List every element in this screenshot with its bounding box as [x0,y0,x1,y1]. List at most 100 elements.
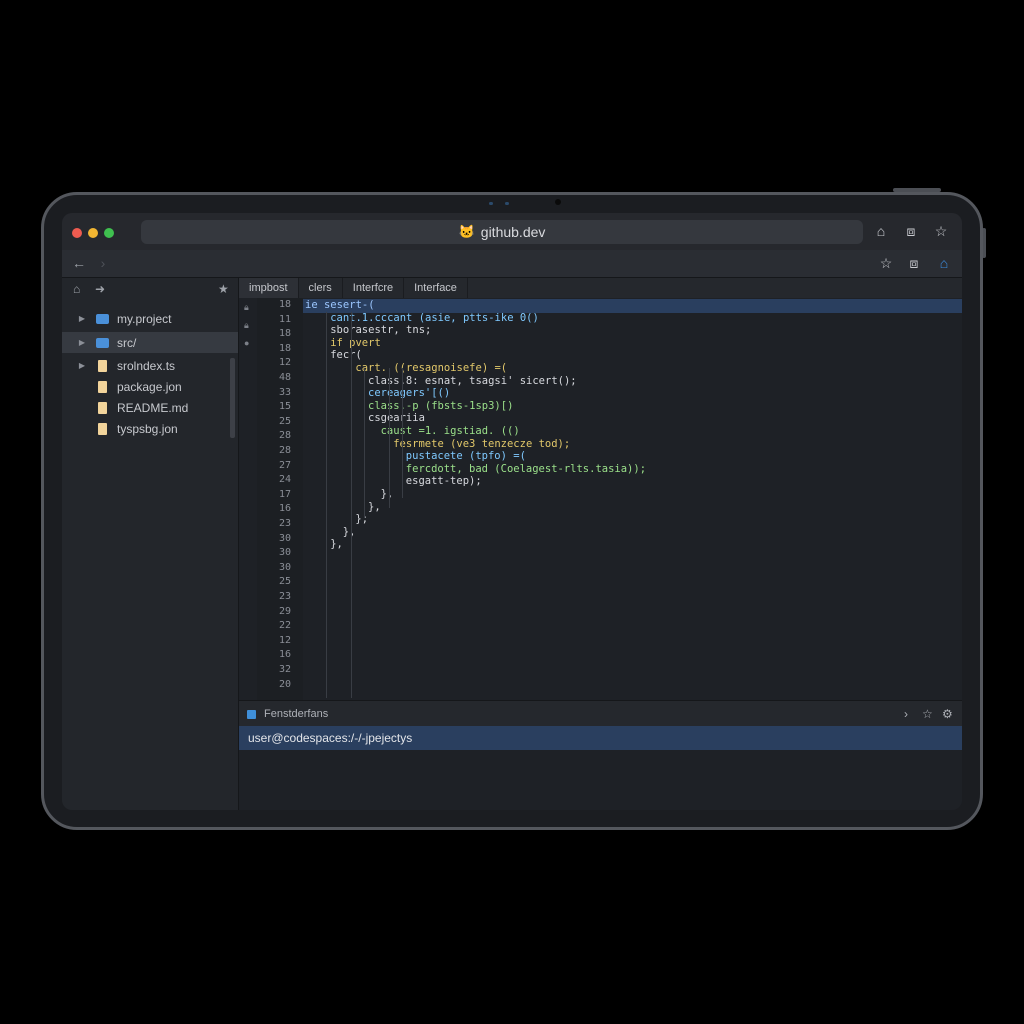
file-icon [98,422,107,435]
browser-navbar: ← › ☆ ⧈ ⌂ [62,250,962,278]
maximize-window-button[interactable] [104,228,114,238]
line-number: 12 [278,634,291,646]
line-number: 32 [278,664,291,675]
bookmark-star-icon[interactable]: ☆ [877,254,895,272]
tree-item-label: README.md [117,400,189,415]
tab-interfcre[interactable]: Interfcre [343,278,405,298]
editor-gutter: 🔒︎ 🔒︎ ● [239,298,257,700]
settings-icon[interactable]: ⚙ [942,707,953,721]
tab-overview-icon[interactable]: ⧈ [902,222,920,240]
line-number: 20 [278,678,291,690]
chevron-right-icon: ▶ [78,314,86,323]
tree-folder-my-project[interactable]: ▶ my.project [62,308,238,329]
line-number: 24 [278,474,291,486]
tree-folder-src[interactable]: ▶ src/ [62,332,238,353]
line-number: 28 [278,445,291,456]
tree-item-label: my.project [117,311,172,326]
line-number: 23 [278,591,291,602]
line-number: 25 [278,576,291,588]
line-number: 15 [278,401,291,413]
terminal-icon [247,710,256,719]
line-number: 16 [278,503,291,515]
indent-guide [325,312,327,698]
sidebar-header: ⌂ ➜ ★ [62,278,238,302]
indent-guide [351,312,353,698]
tab-label: Interface [414,282,457,294]
home-accent-icon[interactable]: ⌂ [935,254,953,272]
terminal-prompt: user@codespaces:/-/-jpejectys [248,731,413,745]
tree-file-tsconfig[interactable]: tyspsbg.jon [62,418,238,439]
indent-guide [388,368,390,508]
tab-interface[interactable]: Interface [404,278,468,298]
github-cat-icon: 🐱 [458,224,475,239]
tab-impbost[interactable]: impbost [239,278,299,298]
address-bar[interactable]: 🐱 github.dev [141,220,863,244]
indent-guide [401,368,403,498]
line-number: 18 [278,328,291,340]
home-icon[interactable]: ⌂ [872,222,890,240]
lock-icon: 🔒︎ [244,302,249,312]
home-icon[interactable]: ⌂ [73,282,80,296]
indent-guide [363,368,365,518]
explorer-sidebar: ⌂ ➜ ★ ▶ my.project ▶ src/ ▶ srolndex.ts … [62,278,239,810]
extensions-icon[interactable]: ⧈ [905,254,923,272]
back-arrow-icon[interactable]: ← [70,254,88,272]
folder-icon [96,337,109,348]
camera-sensor [505,202,509,205]
code-editor[interactable]: 🔒︎ 🔒︎ ● 18 11 18 18 12 48 33 15 25 28 28 27 24 17 16 23… [239,298,962,700]
code-content[interactable]: ie sesert-(cant.1.cccant (asie, ptts-ike… [303,298,962,700]
file-icon [98,380,107,393]
tab-clers[interactable]: clers [299,278,343,298]
tree-item-label: tyspsbg.jon [117,421,178,436]
file-icon [98,401,107,414]
chevron-right-icon[interactable]: › [904,707,908,721]
tree-item-label: package.jon [117,379,182,394]
pin-star-icon[interactable]: ★ [218,282,229,296]
terminal-prompt-line[interactable]: user@codespaces:/-/-jpejectys [239,726,962,750]
tree-item-label: src/ [117,335,137,350]
camera-sensor [489,202,493,205]
tree-file-package[interactable]: package.jon [62,376,238,397]
line-number: 30 [278,532,291,544]
star-icon[interactable]: ☆ [932,222,950,240]
tablet-screen: 🐱 github.dev ⌂ ⧈ ☆ ← › ☆ ⧈ ⌂ ⌂ ➜ ★ ▶ my.… [62,213,962,810]
url-text: github.dev [480,224,546,240]
line-number: 27 [278,459,291,471]
editor-tabs: impbost clers Interfcre Interface [239,278,962,298]
close-window-button[interactable] [72,228,82,238]
line-number: 29 [278,605,291,617]
tab-label: clers [308,282,332,294]
line-number: 30 [278,561,291,573]
record-icon: ● [244,338,250,348]
forward-arrow-icon[interactable]: › [94,254,112,272]
line-numbers: 18 11 18 18 12 48 33 15 25 28 28 27 24 17 16 23 30 30 30 25… [257,298,303,700]
tree-item-label: srolndex.ts [117,358,176,373]
panel-title: Fenstderfans [264,708,329,720]
forward-arrow-icon[interactable]: ➜ [95,282,105,296]
line-number: 11 [278,313,291,325]
line-number: 28 [278,430,291,442]
minimize-window-button[interactable] [88,228,98,238]
front-camera [555,199,561,205]
star-icon[interactable]: ☆ [922,707,933,721]
line-number: 33 [278,386,291,398]
file-icon [98,359,107,372]
terminal-body[interactable] [239,750,962,810]
line-number: 12 [278,357,291,369]
terminal-panel-header: Fenstderfans › ☆ ⚙ [239,700,962,727]
tree-file-index[interactable]: ▶ srolndex.ts [62,355,238,376]
sidebar-scrollbar[interactable] [230,358,235,438]
line-number: 23 [278,518,291,529]
line-number: 18 [278,299,291,310]
chevron-right-icon: ▶ [78,361,86,370]
line-number: 18 [278,342,291,354]
line-number: 48 [278,372,291,383]
lock-icon: 🔒︎ [244,320,249,330]
browser-titlebar: 🐱 github.dev ⌂ ⧈ ☆ [62,213,962,250]
tab-label: impbost [249,282,288,294]
tree-file-readme[interactable]: README.md [62,397,238,418]
line-number: 17 [278,488,291,500]
tab-label: Interfcre [352,282,394,294]
line-number: 16 [278,649,291,661]
line-number: 30 [278,547,291,559]
